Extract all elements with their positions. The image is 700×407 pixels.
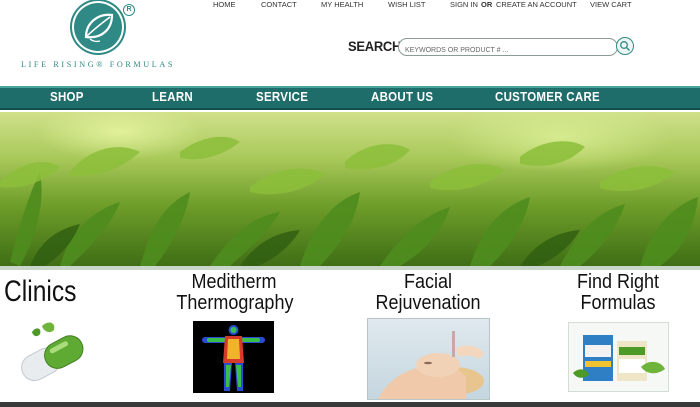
leaf-icon <box>84 13 114 43</box>
facial-title-line1: Facial <box>403 271 453 293</box>
footer-strip <box>0 402 700 407</box>
link-sign-in[interactable]: SIGN IN <box>450 0 478 9</box>
search-button[interactable] <box>616 37 634 55</box>
formulas-products-image[interactable] <box>568 322 669 392</box>
thermal-body-icon <box>202 325 265 391</box>
search-input[interactable] <box>405 47 605 54</box>
divider <box>0 266 700 270</box>
logo[interactable] <box>72 1 124 53</box>
facial-rejuvenation-image[interactable] <box>367 318 490 400</box>
link-create-account[interactable]: CREATE AN ACCOUNT <box>496 0 577 9</box>
meditherm-title-line2: Thermography <box>176 292 294 314</box>
face-icon <box>378 331 484 399</box>
nav-learn[interactable]: LEARN <box>152 90 193 104</box>
link-my-health[interactable]: MY HEALTH <box>321 0 363 9</box>
formulas-title-line2: Formulas <box>580 292 656 314</box>
thermography-image[interactable] <box>193 321 274 393</box>
nav-about-us[interactable]: ABOUT US <box>371 90 433 104</box>
tea-leaves-image <box>0 136 698 266</box>
link-wish-list[interactable]: WISH LIST <box>388 0 426 9</box>
nav-customer-care[interactable]: CUSTOMER CARE <box>495 90 600 104</box>
facial-title[interactable]: Facial Rejuvenation <box>374 272 482 314</box>
clinics-title[interactable]: Clinics <box>4 275 76 309</box>
nav-service[interactable]: SERVICE <box>256 90 308 104</box>
nav-shop[interactable]: SHOP <box>50 90 84 104</box>
header: R LIFE RISING® FORMULAS HOME CONTACT MY … <box>0 0 700 86</box>
meditherm-title[interactable]: Meditherm Thermography <box>176 271 294 314</box>
capsule-icon <box>21 322 84 382</box>
brand-name: LIFE RISING® FORMULAS <box>21 60 176 69</box>
main-nav: SHOP LEARN SERVICE ABOUT US CUSTOMER CAR… <box>0 86 700 110</box>
or-text: OR <box>481 0 493 9</box>
search-icon <box>620 41 630 51</box>
facial-title-line2: Rejuvenation <box>375 292 481 314</box>
clinics-capsule-image[interactable] <box>4 318 96 390</box>
search-box <box>398 38 618 56</box>
meditherm-title-line1: Meditherm <box>191 271 277 293</box>
formulas-title[interactable]: Find Right Formulas <box>568 272 669 314</box>
product-boxes-icon <box>573 335 665 381</box>
formulas-title-line1: Find Right <box>576 271 660 293</box>
link-view-cart[interactable]: VIEW CART <box>590 0 632 9</box>
registered-mark: R <box>123 4 135 16</box>
search-label: SEARCH <box>348 38 402 55</box>
link-contact[interactable]: CONTACT <box>261 0 297 9</box>
hero-banner-tea-leaves <box>0 112 700 266</box>
link-home[interactable]: HOME <box>213 0 236 9</box>
